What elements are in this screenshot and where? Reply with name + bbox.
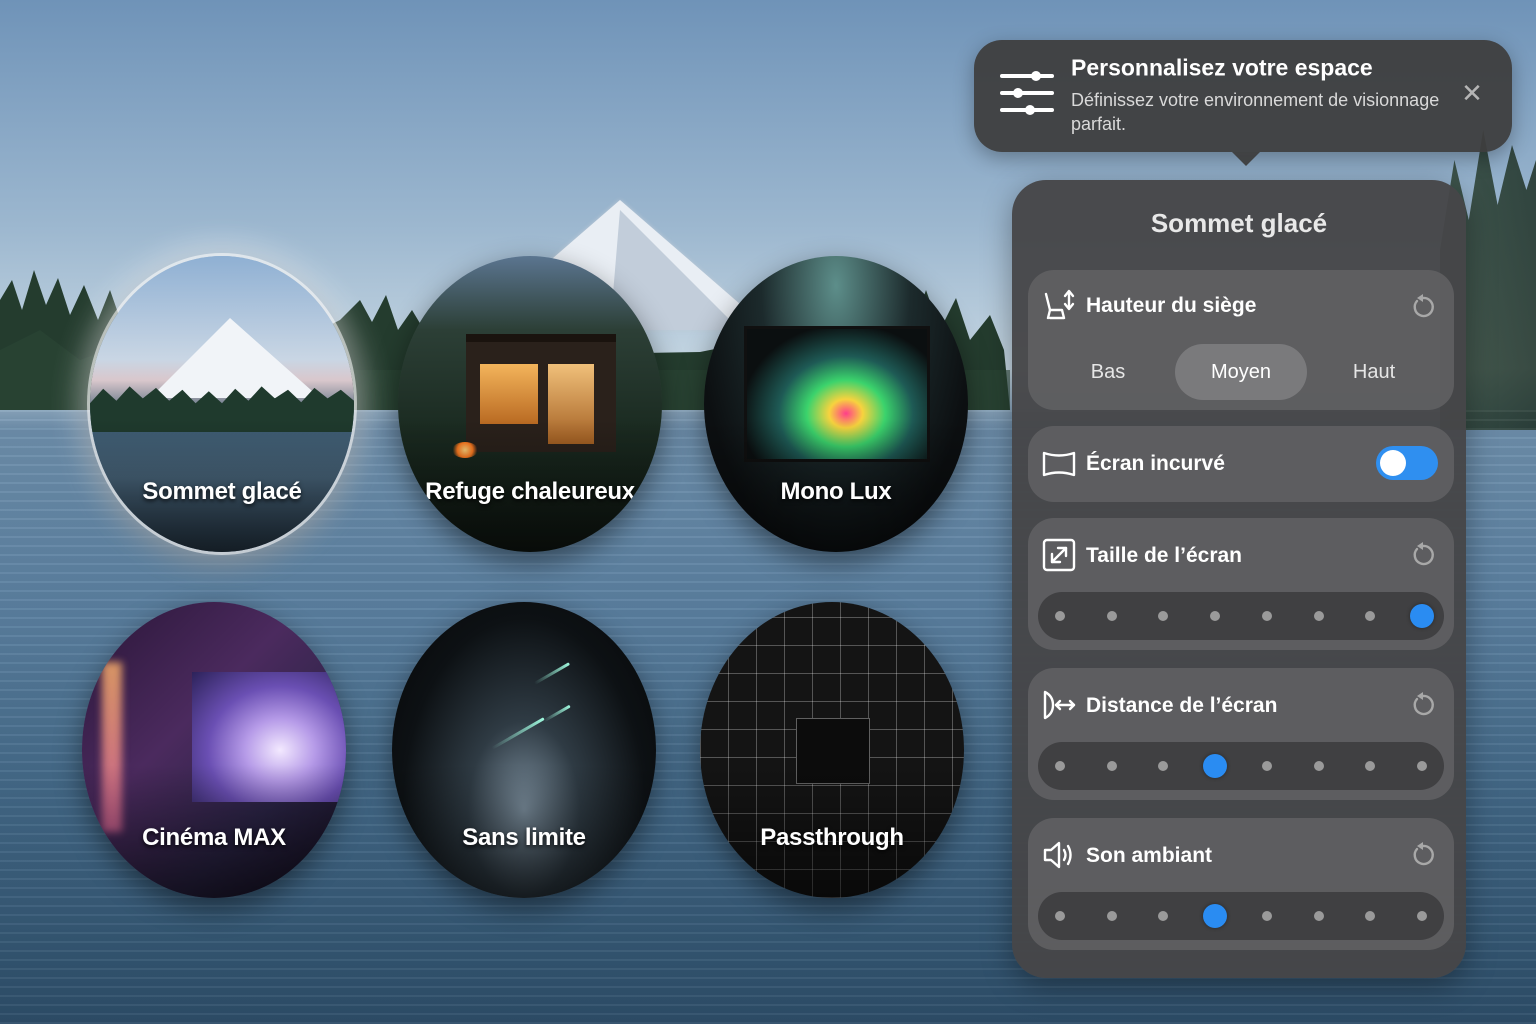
screen-distance-card: Distance de l’écran <box>1028 668 1454 800</box>
slider-step-dot <box>1055 911 1065 921</box>
screen-distance-slider[interactable] <box>1038 742 1444 790</box>
screen-distance-label: Distance de l’écran <box>1086 694 1278 717</box>
slider-step-dot <box>1313 911 1324 921</box>
curved-screen-label: Écran incurvé <box>1086 452 1225 475</box>
slider-step-dot <box>1106 611 1117 621</box>
slider-step-dot <box>1313 611 1324 621</box>
slider-step-dot <box>1417 911 1427 921</box>
customize-tooltip: Personnalisez votre espace Définissez vo… <box>974 40 1512 166</box>
env-sans-limite[interactable]: Sans limite <box>392 602 656 898</box>
panel-title: Sommet glacé <box>1150 208 1328 238</box>
tooltip-subtitle: Définissez votre environnement de vision… <box>1071 90 1440 134</box>
slider-step-dot <box>1106 761 1117 771</box>
env-refuge-chaleureux[interactable]: Refuge chaleureux <box>398 256 662 552</box>
slider-step-dot <box>1261 911 1272 921</box>
slider-step-dot <box>1210 611 1221 621</box>
reset-icon[interactable] <box>1410 842 1436 868</box>
slider-step-dot <box>1261 761 1272 771</box>
tooltip-title: Personnalisez votre espace <box>1071 54 1373 81</box>
curved-screen-card: Écran incurvé <box>1028 426 1454 502</box>
slider-step-dot <box>1158 611 1169 621</box>
seat-height-segmented-control: Bas Moyen Haut <box>1042 344 1440 400</box>
curved-screen-toggle[interactable] <box>1376 446 1438 480</box>
slider-thumb[interactable] <box>1410 604 1434 628</box>
env-label: Passthrough <box>760 824 904 851</box>
reset-icon[interactable] <box>1410 294 1436 320</box>
seat-height-label: Hauteur du siège <box>1086 294 1257 317</box>
speaker-icon <box>1043 841 1072 869</box>
slider-step-dot <box>1417 761 1427 771</box>
env-label: Refuge chaleureux <box>425 478 635 505</box>
env-passthrough[interactable]: Passthrough <box>700 602 964 898</box>
vr-home-environment: Sommet glacé Refuge chaleureux Mono Lux … <box>0 0 1536 1024</box>
env-sommet-glace[interactable]: Sommet glacé <box>90 256 354 552</box>
ambient-sound-card: Son ambiant <box>1028 818 1454 950</box>
screen-size-slider[interactable] <box>1038 592 1444 640</box>
screen-size-label: Taille de l’écran <box>1086 544 1243 567</box>
slider-step-dot <box>1365 761 1376 771</box>
reset-icon[interactable] <box>1410 692 1436 718</box>
env-label: Sans limite <box>462 824 586 851</box>
env-label: Sommet glacé <box>142 478 302 505</box>
environment-settings-panel: Sommet glacé Hauteur du siège Bas Moyen <box>1012 180 1466 978</box>
env-label: Mono Lux <box>780 478 892 505</box>
seat-option-bas[interactable]: Bas <box>1042 344 1174 400</box>
env-label: Cinéma MAX <box>142 824 286 851</box>
slider-step-dot <box>1365 911 1376 921</box>
slider-step-dot <box>1365 611 1376 621</box>
slider-step-dot <box>1055 611 1065 621</box>
slider-thumb[interactable] <box>1203 754 1228 778</box>
env-mono-lux[interactable]: Mono Lux <box>704 256 968 552</box>
env-cinema-max[interactable]: Cinéma MAX <box>82 602 346 898</box>
slider-step-dot <box>1106 911 1117 921</box>
sliders-icon <box>1000 71 1054 115</box>
tooltip-arrow <box>1232 152 1260 166</box>
seat-option-haut[interactable]: Haut <box>1308 344 1440 400</box>
slider-thumb[interactable] <box>1203 904 1228 928</box>
close-icon[interactable]: ✕ <box>1460 81 1484 107</box>
screen-size-card: Taille de l’écran <box>1028 518 1454 650</box>
slider-step-dot <box>1158 761 1169 771</box>
distance-icon <box>1043 690 1076 720</box>
ambient-sound-slider[interactable] <box>1038 892 1444 940</box>
ambient-sound-label: Son ambiant <box>1086 844 1213 867</box>
toggle-knob <box>1380 450 1406 476</box>
seat-height-icon <box>1044 289 1075 320</box>
slider-step-dot <box>1055 761 1065 771</box>
reset-icon[interactable] <box>1410 542 1436 568</box>
slider-step-dot <box>1158 911 1169 921</box>
slider-step-dot <box>1313 761 1324 771</box>
slider-step-dot <box>1261 611 1272 621</box>
seat-height-card: Hauteur du siège Bas Moyen Haut <box>1028 270 1454 410</box>
curved-screen-icon <box>1042 451 1076 477</box>
seat-option-moyen[interactable]: Moyen <box>1175 344 1307 400</box>
resize-icon <box>1042 538 1076 572</box>
